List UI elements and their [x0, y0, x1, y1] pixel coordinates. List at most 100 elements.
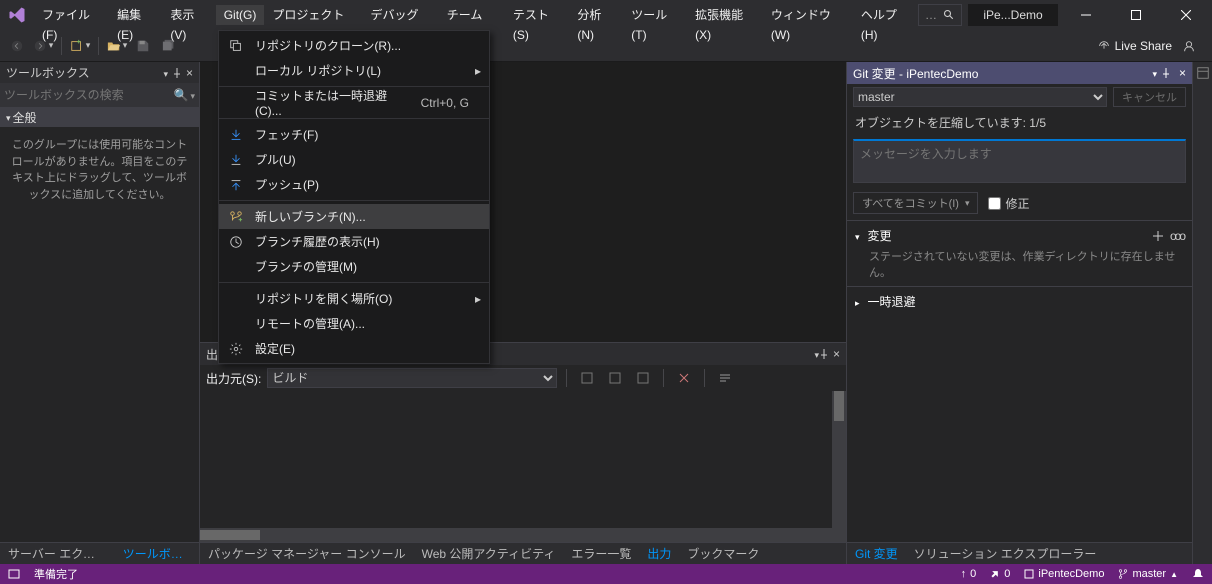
solution-name[interactable]: iPe...Demo — [968, 4, 1058, 26]
tab-パッケージ マネージャー コンソール[interactable]: パッケージ マネージャー コンソール — [200, 543, 414, 564]
menu-デバッグ[interactable]: デバッグ(D) — [362, 5, 438, 25]
menu-編集[interactable]: 編集(E) — [109, 5, 162, 25]
minimize-button[interactable] — [1064, 0, 1108, 30]
menu-item-リモートの管理A[interactable]: リモートの管理(A)... — [219, 311, 489, 336]
menu-item-ブランチ履歴の表示H[interactable]: ブランチ履歴の表示(H) — [219, 229, 489, 254]
scrollbar-horizontal[interactable] — [200, 528, 832, 542]
menu-item-リポジトリを開く場所O[interactable]: リポジトリを開く場所(O)▸ — [219, 286, 489, 311]
search-icon — [943, 9, 955, 21]
status-bar: 準備完了 ↑0 0 iPentecDemo master ▲ — [0, 564, 1212, 584]
tab-Git 変更[interactable]: Git 変更 — [847, 543, 906, 564]
changes-section[interactable]: 変更 ooo — [855, 227, 1184, 244]
toolbox-section-general[interactable]: 全般 — [0, 107, 199, 127]
search-icon: 🔍 — [174, 88, 189, 102]
scrollbar-vertical[interactable] — [832, 391, 846, 542]
maximize-button[interactable] — [1114, 0, 1158, 30]
menu-item-プッシュP[interactable]: プッシュ(P) — [219, 172, 489, 197]
close-icon[interactable]: × — [833, 347, 840, 361]
ellipsis-icon: … — [925, 8, 937, 22]
open-button[interactable] — [106, 35, 128, 57]
close-icon[interactable]: × — [186, 66, 193, 80]
tab-サーバー エクスプロ...[interactable]: サーバー エクスプロ... — [0, 543, 115, 564]
pull-icon — [227, 153, 245, 167]
plus-icon[interactable] — [1152, 230, 1164, 242]
right-gutter — [1192, 62, 1212, 564]
close-button[interactable] — [1164, 0, 1208, 30]
output-source-select[interactable]: ビルド — [267, 368, 557, 388]
history-icon — [227, 235, 245, 249]
menu-item-フェッチF[interactable]: フェッチ(F) — [219, 122, 489, 147]
fetch-icon — [227, 128, 245, 142]
menu-ヘルプ[interactable]: ヘルプ(H) — [853, 5, 918, 25]
gear-icon — [227, 342, 245, 356]
menu-ツール[interactable]: ツール(T) — [623, 5, 687, 25]
menu-ウィンドウ[interactable]: ウィンドウ(W) — [763, 5, 853, 25]
share-icon — [1097, 39, 1111, 53]
commit-message-input[interactable] — [853, 139, 1186, 183]
quick-launch[interactable]: … — [918, 4, 962, 26]
tab-ソリューション エクスプローラー[interactable]: ソリューション エクスプローラー — [906, 543, 1105, 564]
menu-item-ローカル リポジトリL[interactable]: ローカル リポジトリ(L)▸ — [219, 58, 489, 83]
menu-テスト[interactable]: テスト(S) — [505, 5, 570, 25]
vs-logo-icon — [0, 6, 34, 24]
menu-表示[interactable]: 表示(V) — [162, 5, 215, 25]
branch-new-icon — [227, 210, 245, 224]
output-tool-3[interactable] — [632, 367, 654, 389]
git-menu-dropdown: リポジトリのクローン(R)...ローカル リポジトリ(L)▸ コミットまたは一時退… — [218, 30, 490, 364]
commit-all-button[interactable]: すべてをコミット(I) — [853, 192, 978, 214]
menu-分析[interactable]: 分析(N) — [569, 5, 623, 25]
properties-icon[interactable] — [1196, 66, 1210, 80]
save-all-button[interactable] — [158, 35, 180, 57]
feedback-icon[interactable] — [1182, 39, 1196, 53]
new-project-button[interactable] — [69, 35, 91, 57]
menu-ファイル[interactable]: ファイル(F) — [34, 5, 109, 25]
status-pending-down[interactable]: 0 — [990, 568, 1010, 580]
pin-icon[interactable] — [172, 68, 182, 78]
main-menu: ファイル(F)編集(E)表示(V)Git(G)プロジェクト(P)デバッグ(D)チ… — [34, 0, 918, 30]
menu-プロジェクト[interactable]: プロジェクト(P) — [264, 5, 362, 25]
notifications-icon[interactable] — [1192, 568, 1204, 580]
nav-back-button[interactable] — [6, 35, 28, 57]
output-tool-2[interactable] — [604, 367, 626, 389]
amend-checkbox[interactable]: 修正 — [988, 195, 1029, 212]
clone-icon — [227, 39, 245, 53]
output-body — [200, 391, 846, 542]
menu-item-設定E[interactable]: 設定(E) — [219, 336, 489, 361]
git-status-text: オブジェクトを圧縮しています: 1/5 — [847, 110, 1192, 135]
nav-forward-button[interactable] — [32, 35, 54, 57]
tab-エラー一覧[interactable]: エラー一覧 — [563, 543, 639, 564]
cancel-button[interactable]: キャンセル — [1113, 87, 1186, 107]
status-branch[interactable]: master ▲ — [1118, 568, 1178, 580]
tab-ツールボックス[interactable]: ツールボックス — [115, 543, 199, 564]
toolbox-search[interactable]: 🔍 — [0, 83, 199, 107]
pin-icon[interactable] — [1161, 68, 1171, 78]
tab-Web 公開アクティビティ[interactable]: Web 公開アクティビティ — [414, 543, 564, 564]
toolbox-search-input[interactable] — [4, 88, 174, 102]
tab-出力[interactable]: 出力 — [639, 543, 679, 564]
pin-icon[interactable] — [819, 349, 829, 359]
stash-section[interactable]: 一時退避 — [855, 293, 1184, 310]
menu-チーム[interactable]: チーム(M) — [439, 5, 505, 25]
output-source-label: 出力元(S): — [206, 370, 261, 387]
git-options-icon[interactable] — [1150, 66, 1157, 80]
menu-拡張機能[interactable]: 拡張機能(X) — [687, 5, 763, 25]
menu-item-新しいブランチN[interactable]: 新しいブランチ(N)... — [219, 204, 489, 229]
menu-item-コミットまたは一時退避C[interactable]: コミットまたは一時退避(C)...Ctrl+0, G — [219, 90, 489, 115]
save-button[interactable] — [132, 35, 154, 57]
status-pending-up[interactable]: ↑0 — [961, 568, 977, 580]
toolbox-options-icon[interactable] — [161, 66, 168, 80]
tab-ブックマーク[interactable]: ブックマーク — [679, 543, 767, 564]
menu-item-リポジトリのクローンR[interactable]: リポジトリのクローン(R)... — [219, 33, 489, 58]
output-wrap-button[interactable] — [714, 367, 736, 389]
live-share-button[interactable]: Live Share — [1097, 39, 1172, 53]
menu-item-プルU[interactable]: プル(U) — [219, 147, 489, 172]
output-clear-button[interactable] — [673, 367, 695, 389]
menu-item-ブランチの管理M[interactable]: ブランチの管理(M) — [219, 254, 489, 279]
branch-select[interactable]: master — [853, 87, 1107, 107]
more-icon[interactable]: ooo — [1170, 229, 1184, 243]
output-tool-1[interactable] — [576, 367, 598, 389]
status-repo[interactable]: iPentecDemo — [1024, 568, 1104, 580]
changes-empty-message: ステージされていない変更は、作業ディレクトリに存在しません。 — [855, 244, 1184, 280]
menu-git[interactable]: Git(G) — [216, 5, 265, 25]
close-icon[interactable]: × — [1179, 66, 1186, 80]
